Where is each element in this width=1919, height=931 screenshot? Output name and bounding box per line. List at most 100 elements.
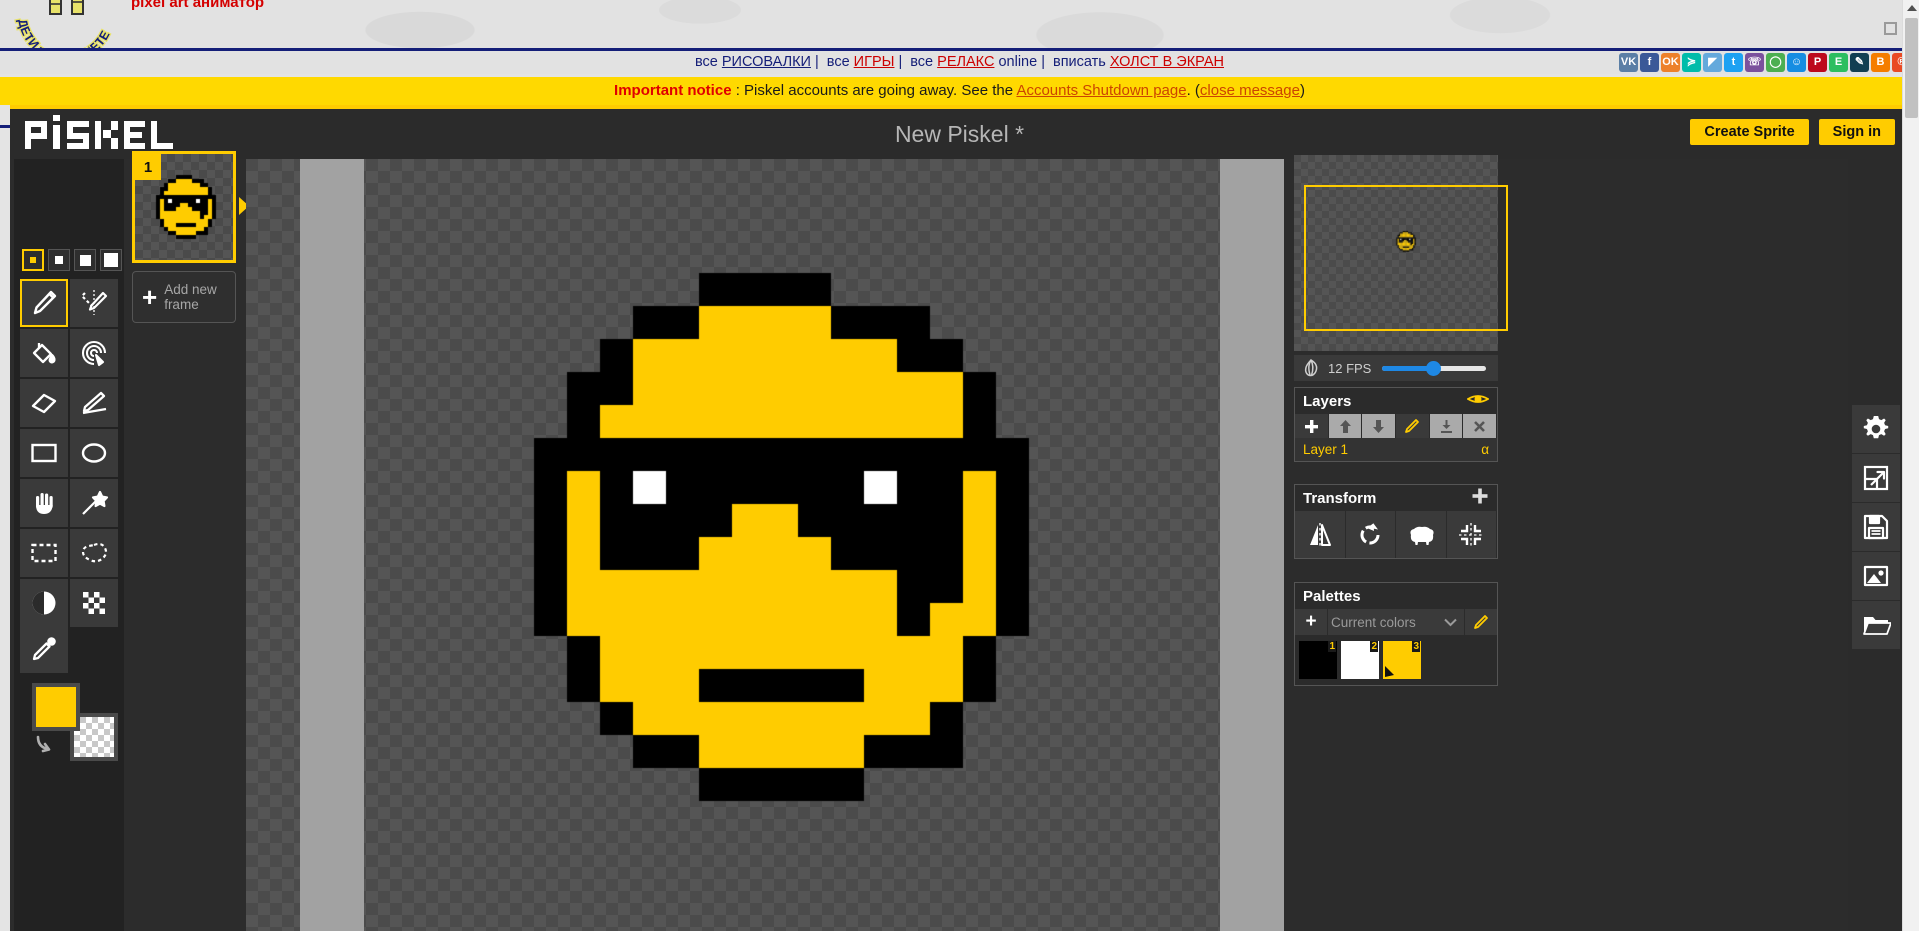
facebook-icon[interactable]: f — [1640, 53, 1659, 72]
palettes-panel-header: Palettes — [1295, 583, 1497, 609]
pen-size-1[interactable] — [22, 249, 44, 271]
tool-eraser[interactable] — [20, 379, 68, 427]
settings-gear-icon[interactable] — [1852, 405, 1900, 453]
palette-color-1-index: 1 — [1328, 641, 1336, 652]
preview-sprite-canvas — [1389, 225, 1423, 259]
toggle-layer-visibility-icon[interactable] — [1466, 392, 1490, 410]
nav-suffix-relax: online — [994, 54, 1038, 70]
merge-layer-button[interactable] — [1429, 414, 1464, 438]
pen-size-3[interactable] — [74, 249, 96, 271]
whatsapp-icon[interactable]: ◯ — [1766, 53, 1785, 72]
scrollbar-thumb[interactable] — [1905, 18, 1918, 118]
tool-paint-bucket[interactable] — [20, 329, 68, 377]
nav-sep-1: | — [898, 54, 903, 70]
clone-button[interactable] — [1396, 511, 1447, 558]
blogger-icon[interactable]: B — [1871, 53, 1890, 72]
fps-slider[interactable] — [1382, 360, 1486, 376]
palettes-toolbar: + Current colors — [1295, 609, 1497, 635]
piskel-app: New Piskel * Create Sprite Sign in 1 + A… — [10, 105, 1909, 931]
primary-color-swatch[interactable] — [32, 683, 80, 731]
layer-row-1[interactable]: Layer 1 α — [1295, 438, 1497, 461]
drawing-canvas-area[interactable] — [246, 159, 1284, 931]
swap-colors-icon[interactable] — [34, 735, 60, 762]
livejournal-icon[interactable]: ✎ — [1850, 53, 1869, 72]
tool-paint-same-color[interactable] — [70, 329, 118, 377]
palette-color-2[interactable]: 2 — [1341, 641, 1379, 679]
flip-horizontal-button[interactable] — [1295, 511, 1346, 558]
transform-panel-header: Transform — [1295, 485, 1497, 511]
app-header-buttons: Create Sprite Sign in — [1690, 119, 1895, 145]
tool-rectangle[interactable] — [20, 429, 68, 477]
tool-vertical-mirror[interactable] — [70, 279, 118, 327]
tool-circle[interactable] — [70, 429, 118, 477]
sign-in-button[interactable]: Sign in — [1818, 119, 1895, 145]
odnoklassniki-icon[interactable]: OK — [1661, 53, 1680, 72]
frame-number-badge: 1 — [135, 154, 161, 180]
tool-dithering[interactable] — [20, 579, 68, 627]
fps-slider-knob[interactable] — [1426, 360, 1441, 376]
create-sprite-button[interactable]: Create Sprite — [1690, 119, 1809, 145]
tool-pen[interactable] — [20, 279, 68, 327]
viber-icon[interactable]: ☏ — [1745, 53, 1764, 72]
scroll-up-arrow-icon[interactable] — [1907, 5, 1917, 11]
edit-layer-button[interactable] — [1396, 414, 1430, 438]
site-header: ДЕТИ в ИНТЕРНЕТЕ pixel art аниматор — [0, 0, 1919, 57]
delete-layer-button[interactable] — [1463, 414, 1498, 438]
tool-move[interactable] — [20, 479, 68, 527]
close-message-link[interactable]: close message — [1200, 82, 1300, 99]
frames-panel: 1 + Add new frame — [124, 151, 249, 931]
layers-panel-header: Layers — [1295, 388, 1497, 414]
page-corner-box — [1884, 22, 1897, 35]
create-palette-button[interactable]: + — [1295, 611, 1327, 633]
resize-canvas-icon[interactable] — [1852, 454, 1900, 502]
nav-link-holst[interactable]: ХОЛСТ В ЭКРАН — [1110, 54, 1224, 70]
vk-icon[interactable]: VK — [1619, 53, 1638, 72]
twitter-icon[interactable]: t — [1724, 53, 1743, 72]
export-image-icon[interactable] — [1852, 552, 1900, 600]
layer-name: Layer 1 — [1303, 442, 1349, 457]
palette-color-3[interactable]: 3 — [1383, 641, 1421, 679]
nav-link-relax[interactable]: РЕЛАКС — [937, 54, 994, 70]
open-folder-icon[interactable] — [1852, 601, 1900, 649]
tool-rectangle-select[interactable] — [20, 529, 68, 577]
telegram-icon[interactable]: ◤ — [1703, 53, 1722, 72]
edit-palette-icon[interactable] — [1465, 614, 1497, 630]
accounts-shutdown-link[interactable]: Accounts Shutdown page — [1016, 82, 1186, 99]
move-layer-up-button[interactable] — [1328, 414, 1363, 438]
nav-sep-2: | — [1041, 54, 1045, 70]
nav-link-risovalki[interactable]: РИСОВАЛКИ — [722, 54, 811, 70]
document-title: New Piskel * — [894, 121, 1025, 147]
nav-link-igry[interactable]: ИГРЫ — [854, 54, 895, 70]
pinterest-icon[interactable]: P — [1808, 53, 1827, 72]
frame-thumbnail-1[interactable]: 1 — [132, 151, 236, 263]
tool-lighten[interactable] — [70, 379, 118, 427]
evernote-icon[interactable]: E — [1829, 53, 1848, 72]
moimir-icon[interactable]: ☺ — [1787, 53, 1806, 72]
palette-select[interactable]: Current colors — [1327, 609, 1465, 635]
center-button[interactable] — [1446, 511, 1497, 558]
pen-size-2[interactable] — [48, 249, 70, 271]
rotate-button[interactable] — [1345, 511, 1396, 558]
tool-transparency[interactable] — [70, 579, 118, 627]
add-new-frame-button[interactable]: + Add new frame — [132, 271, 236, 323]
piskel-logo[interactable] — [25, 115, 195, 149]
layer-opacity-toggle[interactable]: α — [1481, 442, 1489, 457]
nav-prefix-2: все — [910, 54, 938, 70]
expand-transform-icon[interactable] — [1471, 487, 1489, 509]
page-scrollbar[interactable] — [1902, 0, 1919, 931]
tool-color-picker[interactable] — [20, 625, 68, 673]
move-layer-down-button[interactable] — [1362, 414, 1397, 438]
save-icon[interactable] — [1852, 503, 1900, 551]
surfingbird-icon[interactable]: ≽ — [1682, 53, 1701, 72]
pen-size-4[interactable] — [100, 249, 122, 271]
onion-skin-icon[interactable] — [1294, 358, 1328, 378]
tool-lasso-select[interactable] — [70, 529, 118, 577]
fps-control-row: 12 FPS — [1294, 355, 1498, 381]
add-layer-button[interactable] — [1295, 414, 1329, 438]
sprite-canvas[interactable] — [246, 159, 1284, 931]
tool-shape-selection[interactable] — [70, 479, 118, 527]
notice-text-before: : Piskel accounts are going away. See th… — [731, 82, 1017, 99]
transform-panel: Transform — [1294, 484, 1498, 559]
palette-color-1[interactable]: 1 — [1299, 641, 1337, 679]
notice-important-label: Important notice — [614, 82, 732, 99]
